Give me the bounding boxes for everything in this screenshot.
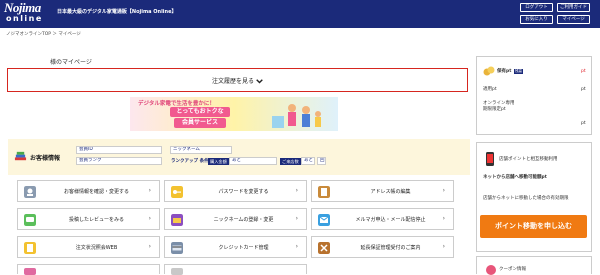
coins-icon	[483, 66, 495, 76]
folder-icon	[171, 214, 183, 226]
site-header: Nojima online 日本最大級のデジタル家電通販【Nojima Onli…	[0, 0, 600, 28]
menu-item-partial[interactable]	[17, 264, 160, 275]
warranty-button[interactable]: 延長保証管理受付のご案内 ›	[311, 236, 454, 258]
purchase-amount-tag: 購入金額	[208, 158, 229, 165]
credit-card-button[interactable]: クレジットカード管理 ›	[164, 236, 307, 258]
points-unit: pt	[581, 69, 586, 74]
transfer-title: 店舗ポイントと相互移動利用	[499, 157, 558, 162]
address-book-button[interactable]: アドレス帳の編集 ›	[311, 180, 454, 202]
banner-line3: 会員サービス	[174, 118, 226, 128]
chevron-right-icon: ›	[295, 215, 298, 222]
member-rank-field: 会員ランク	[76, 157, 162, 165]
address-book-icon	[318, 186, 330, 198]
smartphone-icon	[486, 152, 494, 166]
menu-label: メルマガ申込・メール配信停止	[355, 217, 426, 223]
order-status-button[interactable]: 注文状況照会WEB ›	[17, 236, 160, 258]
expiry-points-unit: pt	[581, 121, 586, 126]
chevron-right-icon: ›	[148, 187, 151, 194]
nickname-field: ニックネーム	[170, 146, 232, 154]
visits-unit: 回	[317, 157, 326, 165]
password-change-button[interactable]: パスワードを変更する ›	[164, 180, 307, 202]
coupon-icon	[486, 265, 496, 275]
logout-button[interactable]: ログアウト	[520, 3, 553, 12]
logo-text: Nojima	[4, 0, 41, 15]
guide-button[interactable]: ご利用ガイド	[557, 3, 590, 12]
menu-label: 投稿したレビューをみる	[68, 217, 124, 223]
breadcrumb[interactable]: ノジマオンラインTOP ＞ マイページ	[6, 31, 81, 37]
expiry-points-label: 期限限定pt	[483, 107, 506, 112]
header-tagline: 日本最大級のデジタル家電通販【Nojima Online】	[57, 9, 177, 15]
points-title: 保有pt	[497, 69, 512, 74]
rankup-label: ランクアップ 条件	[171, 159, 209, 164]
member-service-banner[interactable]: デジタル家電で生活を豊かに！ とってもおトクな 会員サービス	[130, 97, 338, 131]
page-title: 様のマイページ	[50, 59, 92, 66]
books-icon	[14, 151, 27, 161]
member-id-field: 会員ID	[76, 146, 162, 154]
coupon-panel: クーポン情報	[476, 256, 592, 275]
reviews-button[interactable]: 投稿したレビューをみる ›	[17, 208, 160, 230]
chevron-right-icon: ›	[295, 243, 298, 250]
points-panel: 保有pt 残高 pt 適用pt pt オンライン専用 期限限定pt pt	[476, 56, 592, 135]
nickname-button[interactable]: ニックネームの登録・変更 ›	[164, 208, 307, 230]
order-history-label: 注文履歴を見る	[212, 78, 255, 85]
available-points-unit: pt	[581, 87, 586, 92]
mypage-button[interactable]: マイページ	[557, 15, 590, 24]
member-info-panel: お客様情報 会員ID ニックネーム 会員ランク ランクアップ 条件 購入金額 あ…	[8, 139, 470, 175]
menu-label: お客様情報を確認・変更する	[63, 189, 129, 195]
document-icon	[24, 242, 36, 254]
menu-label: アドレス帳の編集	[370, 189, 411, 195]
available-points-label: 適用pt	[483, 87, 497, 92]
family-illustration	[272, 104, 321, 128]
menu-label: 延長保証管理受付のご案内	[360, 245, 421, 251]
point-transfer-button[interactable]: ポイント移動を申し込む	[480, 215, 587, 238]
transfer-net-to-store: ネットから店舗へ移動可能額pt	[483, 175, 547, 180]
chevron-right-icon: ›	[148, 215, 151, 222]
menu-label: 注文状況照会WEB	[75, 245, 118, 251]
credit-card-icon	[171, 242, 183, 254]
key-icon	[171, 186, 183, 198]
tools-icon	[318, 242, 330, 254]
purchase-remain-field: あと	[229, 157, 277, 165]
favorites-button[interactable]: お気に入り	[520, 15, 553, 24]
newsletter-button[interactable]: メルマガ申込・メール配信停止 ›	[311, 208, 454, 230]
member-info-title: お客様情報	[30, 155, 61, 162]
chevron-right-icon: ›	[442, 215, 445, 222]
transfer-expiry-note: 店舗からネットに移動した場合の有効期限	[483, 196, 569, 201]
chevron-right-icon: ›	[442, 243, 445, 250]
chevron-down-icon	[256, 79, 263, 84]
menu-label: ニックネームの登録・変更	[213, 217, 274, 223]
menu-label: パスワードを変更する	[218, 189, 269, 195]
visits-remain-field: あと	[301, 157, 315, 165]
chevron-right-icon: ›	[295, 187, 298, 194]
logo-subtext: online	[6, 14, 43, 23]
points-badge: 残高	[514, 69, 523, 74]
menu-label: クレジットカード管理	[218, 245, 269, 251]
chevron-right-icon: ›	[148, 243, 151, 250]
coupon-title: クーポン情報	[499, 267, 526, 272]
banner-line2: とってもおトクな	[170, 107, 230, 117]
mail-icon	[318, 214, 330, 226]
order-history-button[interactable]: 注文履歴を見る	[7, 68, 468, 92]
profile-icon	[24, 186, 36, 198]
profile-edit-button[interactable]: お客様情報を確認・変更する ›	[17, 180, 160, 202]
chevron-right-icon: ›	[442, 187, 445, 194]
menu-item-partial[interactable]	[164, 264, 307, 275]
banner-headline: デジタル家電で生活を豊かに！	[138, 101, 215, 107]
visits-tag: ご来店数	[280, 158, 301, 165]
nojima-logo[interactable]: Nojima online	[4, 1, 48, 27]
review-icon	[24, 214, 36, 226]
